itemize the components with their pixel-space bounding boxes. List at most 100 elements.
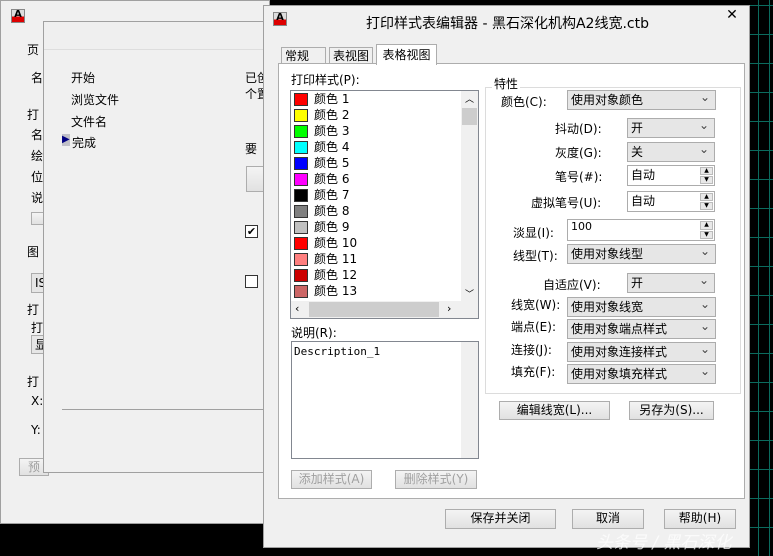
description-text: Description_1: [294, 345, 381, 358]
color-swatch: [294, 221, 308, 234]
endstyle-combo[interactable]: 使用对象端点样式: [567, 317, 716, 339]
tab-form-view[interactable]: 表格视图: [376, 44, 437, 65]
dither-label: 抖动(D):: [555, 122, 602, 136]
plot-style-name: 颜色 7: [314, 188, 350, 202]
color-swatch: [294, 157, 308, 170]
color-swatch: [294, 109, 308, 122]
plot-style-item[interactable]: 颜色 1: [293, 91, 458, 107]
virtual-pen-value: 自动: [631, 194, 656, 208]
add-style-button[interactable]: 添加样式(A): [291, 470, 372, 489]
color-combo[interactable]: 使用对象颜色: [567, 88, 716, 110]
plot-style-name: 颜色 4: [314, 140, 350, 154]
spin-down-icon[interactable]: ▼: [700, 230, 713, 239]
delete-style-button[interactable]: 删除样式(Y): [395, 470, 477, 489]
plot-style-item[interactable]: 颜色 10: [293, 235, 458, 251]
scroll-down-icon[interactable]: ﹀: [461, 287, 478, 300]
color-swatch: [294, 253, 308, 266]
spin-down-icon[interactable]: ▼: [700, 176, 713, 184]
label: 页: [27, 43, 40, 57]
vertical-scrollbar[interactable]: ︿ ﹀: [461, 91, 478, 302]
plot-style-name: 颜色 13: [314, 284, 358, 298]
lineweight-label: 线宽(W):: [511, 298, 561, 312]
plot-style-item[interactable]: 颜色 12: [293, 267, 458, 283]
horizontal-scrollbar[interactable]: ‹ ›: [291, 301, 478, 318]
scroll-thumb-h[interactable]: [309, 302, 439, 317]
screening-value: 100: [571, 220, 592, 233]
label: 打: [27, 375, 40, 389]
endstyle-label: 端点(E):: [511, 320, 556, 334]
color-swatch: [294, 237, 308, 250]
wizard-step: 开始: [71, 71, 96, 85]
plot-style-item[interactable]: 颜色 7: [293, 187, 458, 203]
color-swatch: [294, 141, 308, 154]
spin-up-icon[interactable]: ▲: [700, 221, 713, 230]
label: 名: [31, 128, 44, 142]
pen-value: 自动: [631, 168, 656, 182]
save-as-button[interactable]: 另存为(S)...: [629, 401, 714, 420]
scroll-right-icon[interactable]: ›: [447, 302, 451, 315]
plot-style-name: 颜色 5: [314, 156, 350, 170]
color-swatch: [294, 285, 308, 298]
edit-lineweights-button[interactable]: 编辑线宽(L)...: [499, 401, 610, 420]
autocad-app-icon: A: [11, 9, 25, 23]
linetype-combo[interactable]: 使用对象线型: [567, 242, 716, 264]
scroll-thumb[interactable]: [462, 108, 477, 125]
plot-style-name: 颜色 3: [314, 124, 350, 138]
grayscale-combo[interactable]: 关: [627, 140, 715, 162]
virtual-pen-label: 虚拟笔号(U):: [531, 196, 602, 210]
save-and-close-button[interactable]: 保存并关闭: [445, 509, 556, 529]
plot-styles-list[interactable]: 颜色 1 颜色 2 颜色 3 颜色 4 颜色 5 颜色 6 颜色 7 颜色 8 颜色 9 颜色 1…: [290, 90, 479, 319]
plot-style-item[interactable]: 颜色 9: [293, 219, 458, 235]
joinstyle-combo[interactable]: 使用对象连接样式: [567, 340, 716, 362]
plot-style-name: 颜色 6: [314, 172, 350, 186]
checkbox-2[interactable]: [245, 275, 258, 288]
textarea-scrollbar[interactable]: [461, 342, 478, 458]
adaptive-combo[interactable]: 开: [627, 271, 715, 293]
plot-style-item[interactable]: 颜色 13: [293, 283, 458, 299]
description-label: 说明(R):: [291, 326, 337, 340]
checkbox-1[interactable]: ✔: [245, 225, 258, 238]
scroll-up-icon[interactable]: ︿: [461, 92, 478, 105]
adaptive-label: 自适应(V):: [543, 278, 601, 292]
label: 说: [31, 191, 44, 205]
plot-style-item[interactable]: 颜色 3: [293, 123, 458, 139]
label: 打: [27, 303, 40, 317]
scroll-left-icon[interactable]: ‹: [295, 302, 299, 315]
plot-style-item[interactable]: 颜色 5: [293, 155, 458, 171]
wizard-text: 要: [245, 142, 258, 156]
plot-style-item[interactable]: 颜色 2: [293, 107, 458, 123]
label: 名: [31, 71, 44, 85]
grayscale-label: 灰度(G):: [555, 146, 602, 160]
help-button[interactable]: 帮助(H): [664, 509, 736, 529]
description-textarea[interactable]: Description_1: [291, 341, 479, 459]
watermark: 头条号 / 黑石深化: [596, 533, 732, 553]
plot-style-item[interactable]: 颜色 8: [293, 203, 458, 219]
separator: [62, 409, 272, 410]
plot-style-item[interactable]: 颜色 4: [293, 139, 458, 155]
spin-up-icon[interactable]: ▲: [700, 193, 713, 201]
lineweight-combo[interactable]: 使用对象线宽: [567, 295, 716, 317]
plot-style-name: 颜色 10: [314, 236, 358, 250]
plot-style-item[interactable]: 颜色 11: [293, 251, 458, 267]
wizard-step: 浏览文件: [71, 93, 120, 107]
fillstyle-label: 填充(F):: [511, 365, 556, 379]
label: 打: [31, 321, 44, 335]
dither-combo[interactable]: 开: [627, 116, 715, 138]
virtual-pen-spinner[interactable]: 自动 ▲ ▼: [627, 191, 715, 212]
screening-spinner[interactable]: 100 ▲ ▼: [567, 219, 715, 241]
spin-down-icon[interactable]: ▼: [700, 202, 713, 210]
label: 位: [31, 170, 44, 184]
label: 打: [27, 108, 40, 122]
label: Y:: [31, 423, 41, 437]
plot-style-item[interactable]: 颜色 6: [293, 171, 458, 187]
fillstyle-combo[interactable]: 使用对象填充样式: [567, 362, 716, 384]
spin-up-icon[interactable]: ▲: [700, 167, 713, 175]
linetype-label: 线型(T):: [513, 249, 558, 263]
label: X:: [31, 394, 44, 408]
color-swatch: [294, 125, 308, 138]
close-button[interactable]: ✕: [716, 6, 748, 24]
cancel-button[interactable]: 取消: [572, 509, 644, 529]
pen-spinner[interactable]: 自动 ▲ ▼: [627, 165, 715, 186]
styles-label: 打印样式(P):: [291, 73, 360, 87]
color-swatch: [294, 173, 308, 186]
